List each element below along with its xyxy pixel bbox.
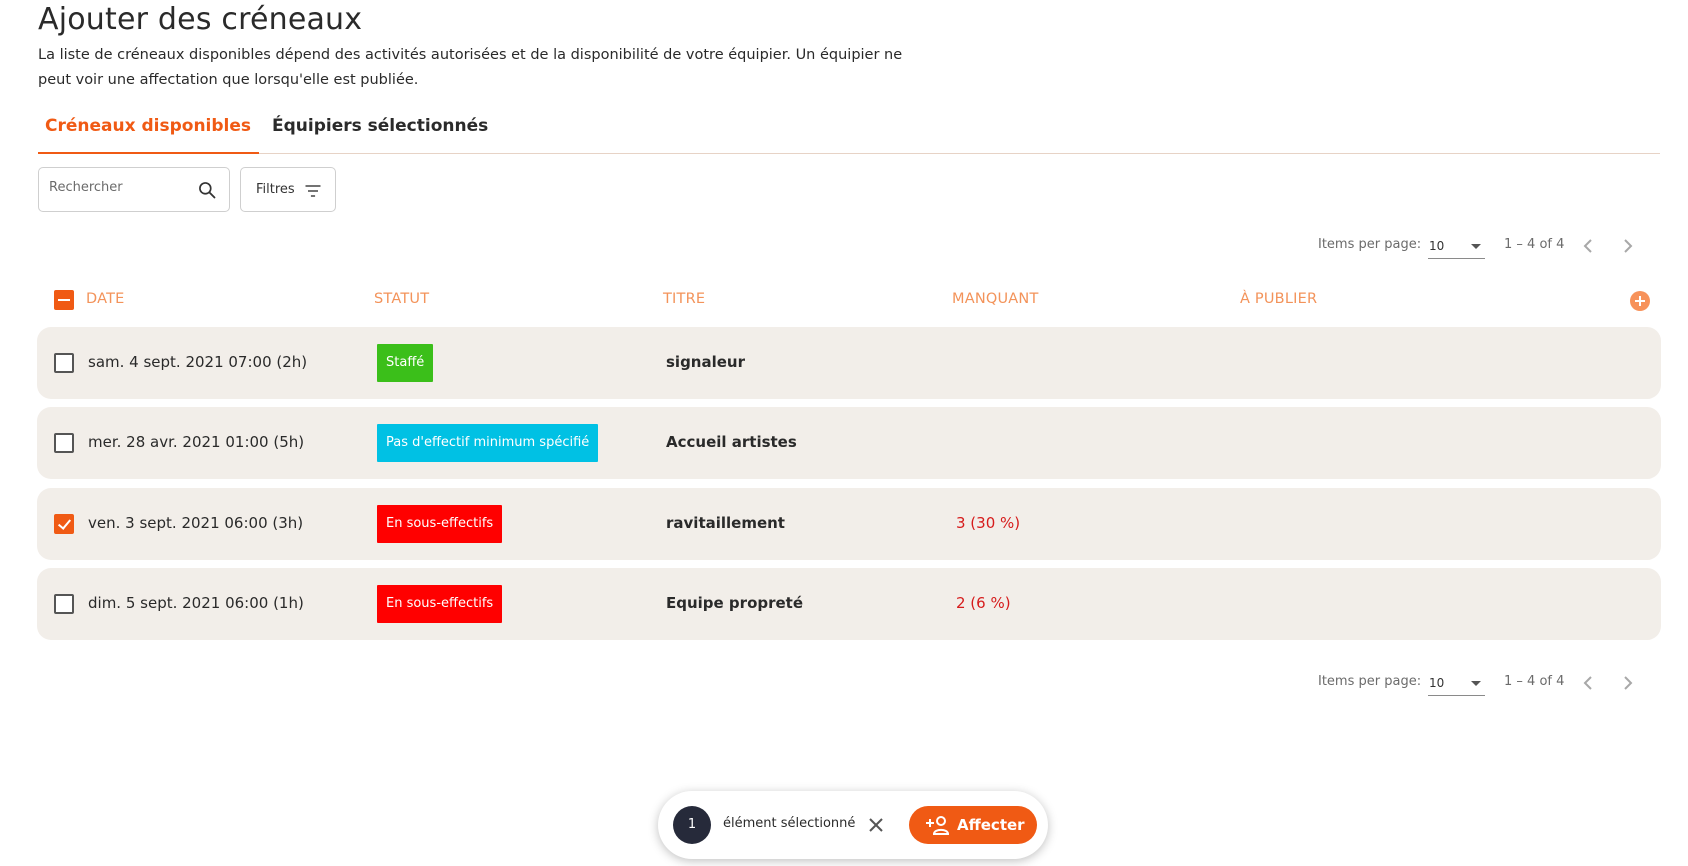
table-row[interactable]: sam. 4 sept. 2021 07:00 (2h) Staffé sign… [37,327,1661,399]
row-title: Accueil artistes [666,433,797,451]
row-date: sam. 4 sept. 2021 07:00 (2h) [88,353,308,371]
page-size-value: 10 [1429,676,1445,690]
row-date: ven. 3 sept. 2021 06:00 (3h) [88,514,304,532]
selection-count: 1 [673,806,711,844]
table-row[interactable]: ven. 3 sept. 2021 06:00 (3h) En sous-eff… [37,488,1661,560]
row-checkbox[interactable] [54,353,74,373]
dropdown-caret-icon [1471,681,1481,686]
items-per-page-label: Items per page: [1318,237,1422,252]
assign-button[interactable]: Affecter [909,806,1037,844]
chevron-left-icon[interactable] [1578,672,1598,694]
chevron-right-icon[interactable] [1618,672,1638,694]
row-missing: 2 (6 %) [956,594,1011,612]
row-checkbox[interactable] [54,594,74,614]
row-missing: 3 (30 %) [956,514,1021,532]
row-date: mer. 28 avr. 2021 01:00 (5h) [88,433,305,451]
add-column-icon[interactable] [1630,291,1650,311]
assign-button-label: Affecter [957,816,1025,834]
filter-icon [305,185,321,197]
filters-button[interactable]: Filtres [240,167,336,212]
add-person-icon [926,816,950,835]
search-input[interactable] [49,180,189,195]
dropdown-caret-icon [1471,244,1481,249]
chevron-left-icon[interactable] [1578,235,1598,257]
status-badge: Pas d'effectif minimum spécifié [377,424,599,462]
filters-label: Filtres [256,182,295,197]
column-header-titre[interactable]: TITRE [663,291,705,307]
status-badge: En sous-effectifs [377,585,503,623]
search-box [38,167,230,212]
column-header-date[interactable]: DATE [86,291,125,307]
row-title: ravitaillement [666,514,785,532]
tab-available-slots[interactable]: Créneaux disponibles [37,116,260,154]
selection-bar: 1 élément sélectionné Affecter [658,791,1048,859]
items-per-page-label: Items per page: [1318,674,1422,689]
tab-bar: Créneaux disponibles Équipiers sélection… [37,104,1660,154]
search-icon[interactable] [197,180,217,200]
row-checkbox[interactable] [54,514,74,534]
paginator-bottom: Items per page: 10 1 – 4 of 4 [1318,668,1648,698]
page-title: Ajouter des créneaux [38,2,363,37]
page-description: La liste de créneaux disponibles dépend … [38,47,903,88]
status-badge: En sous-effectifs [377,505,503,543]
row-checkbox[interactable] [54,433,74,453]
table-row[interactable]: dim. 5 sept. 2021 06:00 (1h) En sous-eff… [37,568,1661,640]
page-range-label: 1 – 4 of 4 [1504,237,1565,252]
select-all-checkbox[interactable] [54,290,74,310]
row-title: Equipe propreté [666,594,804,612]
chevron-right-icon[interactable] [1618,235,1638,257]
row-title: signaleur [666,353,745,371]
tab-selected-members[interactable]: Équipiers sélectionnés [272,116,488,136]
row-date: dim. 5 sept. 2021 06:00 (1h) [88,594,304,612]
page-size-value: 10 [1429,239,1445,253]
selection-label: élément sélectionné [723,816,856,831]
status-badge: Staffé [377,344,434,382]
column-header-statut[interactable]: STATUT [374,291,429,307]
page-size-select[interactable]: 10 [1428,670,1485,696]
page-size-select[interactable]: 10 [1428,233,1485,259]
page-range-label: 1 – 4 of 4 [1504,674,1565,689]
table-row[interactable]: mer. 28 avr. 2021 01:00 (5h) Pas d'effec… [37,407,1661,479]
close-icon[interactable] [866,815,886,835]
column-header-a-publier[interactable]: À PUBLIER [1240,291,1317,307]
column-header-manquant[interactable]: MANQUANT [952,291,1039,307]
paginator-top: Items per page: 10 1 – 4 of 4 [1318,231,1648,261]
